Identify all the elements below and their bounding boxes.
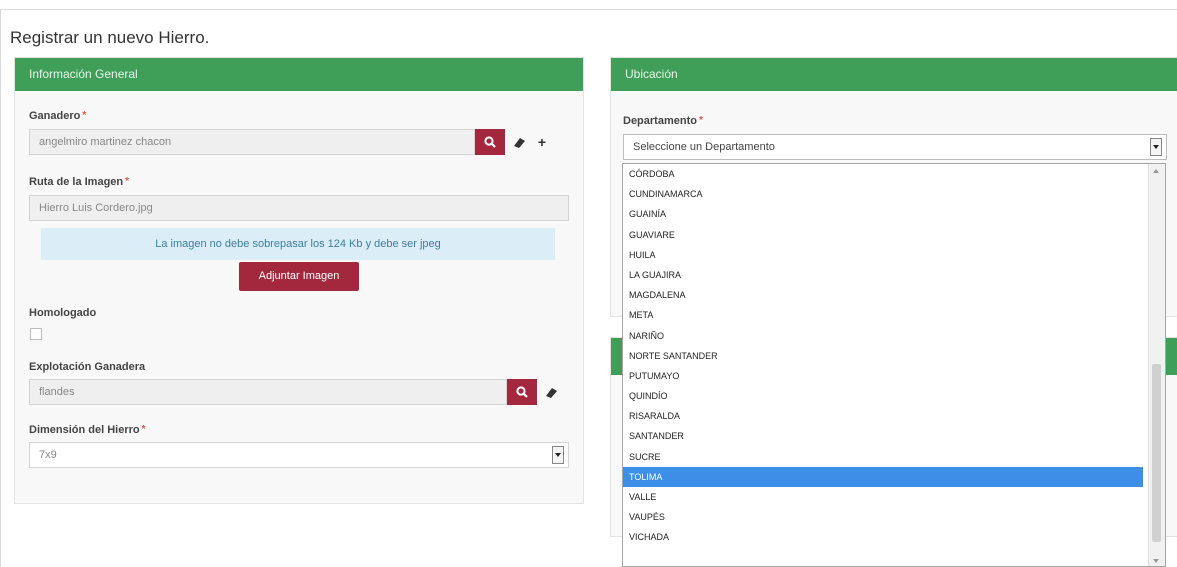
dropdown-option[interactable]: Vichada — [623, 527, 1143, 547]
top-border — [0, 9, 1177, 10]
required-mark: * — [82, 110, 87, 121]
dropdown-option[interactable]: Huila — [623, 245, 1143, 265]
dropdown-option[interactable]: Santander — [623, 426, 1143, 446]
ubicacion-header: Ubicación — [611, 58, 1177, 91]
ganadero-field[interactable]: angelmiro martinez chacon — [29, 129, 475, 155]
image-info-alert: La imagen no debe sobrepasar los 124 Kb … — [41, 228, 555, 260]
general-info-header: Información General — [15, 58, 583, 91]
dimension-value: 7x9 — [39, 449, 57, 461]
general-info-panel: Información General Ganadero * angelmiro … — [14, 57, 584, 504]
ruta-field[interactable]: Hierro Luis Cordero.jpg — [29, 195, 569, 221]
scroll-up-icon[interactable] — [1153, 169, 1159, 173]
departamento-select[interactable]: Seleccione un Departamento — [623, 134, 1167, 160]
required-mark: * — [141, 424, 146, 435]
dropdown-option[interactable]: Nariño — [623, 326, 1143, 346]
dropdown-option[interactable]: Tolima — [623, 466, 1143, 487]
scrollbar-thumb[interactable] — [1152, 364, 1161, 542]
dropdown-option[interactable]: Sucre — [623, 447, 1143, 467]
homologado-label: Homologado — [29, 307, 97, 319]
ganadero-add-button[interactable]: + — [532, 129, 552, 155]
attach-image-button[interactable]: Adjuntar Imagen — [239, 262, 359, 291]
chevron-down-icon[interactable] — [552, 446, 564, 464]
dropdown-option[interactable]: Vaupés — [623, 507, 1143, 527]
dropdown-option[interactable]: Meta — [623, 305, 1143, 325]
dropdown-option[interactable]: Córdoba — [623, 164, 1143, 184]
ganadero-label: Ganadero * — [29, 110, 87, 122]
dropdown-option[interactable]: Guainía — [623, 204, 1143, 224]
chevron-down-icon[interactable] — [1150, 138, 1162, 156]
dropdown-option[interactable]: Quindío — [623, 386, 1143, 406]
departamento-dropdown-list[interactable]: Córdoba Cundinamarca Guainía Guaviare Huila L… — [622, 163, 1166, 567]
ruta-label: Ruta de la Imagen * — [29, 176, 130, 188]
eraser-icon — [513, 137, 525, 148]
ganadero-search-button[interactable] — [475, 129, 505, 155]
page-title: Registrar un nuevo Hierro. — [10, 28, 210, 47]
explotacion-label: Explotación Ganadera — [29, 361, 146, 373]
dropdown-option[interactable]: Magdalena — [623, 285, 1143, 305]
scroll-down-icon[interactable] — [1153, 559, 1159, 563]
dimension-label: Dimensión del Hierro * — [29, 424, 146, 436]
plus-icon: + — [537, 134, 547, 150]
dropdown-option[interactable]: La Guajira — [623, 265, 1143, 285]
dropdown-options: Córdoba Cundinamarca Guainía Guaviare Huila L… — [623, 164, 1165, 548]
explotacion-search-button[interactable] — [507, 379, 537, 405]
dropdown-scrollbar[interactable] — [1148, 164, 1165, 566]
dropdown-option[interactable]: Valle — [623, 487, 1143, 507]
departamento-label: Departamento * — [623, 115, 703, 127]
explotacion-field[interactable]: flandes — [29, 379, 507, 405]
dropdown-option[interactable]: Norte Santander — [623, 346, 1143, 366]
dropdown-option[interactable]: Cundinamarca — [623, 184, 1143, 204]
dropdown-option[interactable]: Risaralda — [623, 406, 1143, 426]
homologado-checkbox[interactable] — [30, 328, 42, 340]
required-mark: * — [698, 115, 703, 126]
required-mark: * — [125, 176, 130, 187]
eraser-icon — [545, 387, 557, 398]
dropdown-option[interactable]: Guaviare — [623, 225, 1143, 245]
left-border — [0, 9, 1, 567]
explotacion-clear-button[interactable] — [541, 379, 561, 405]
dimension-select[interactable]: 7x9 — [29, 442, 569, 468]
ganadero-clear-button[interactable] — [509, 129, 529, 155]
dropdown-option[interactable]: Putumayo — [623, 366, 1143, 386]
search-icon — [484, 136, 496, 148]
departamento-value: Seleccione un Departamento — [633, 141, 775, 153]
search-icon — [516, 386, 528, 398]
